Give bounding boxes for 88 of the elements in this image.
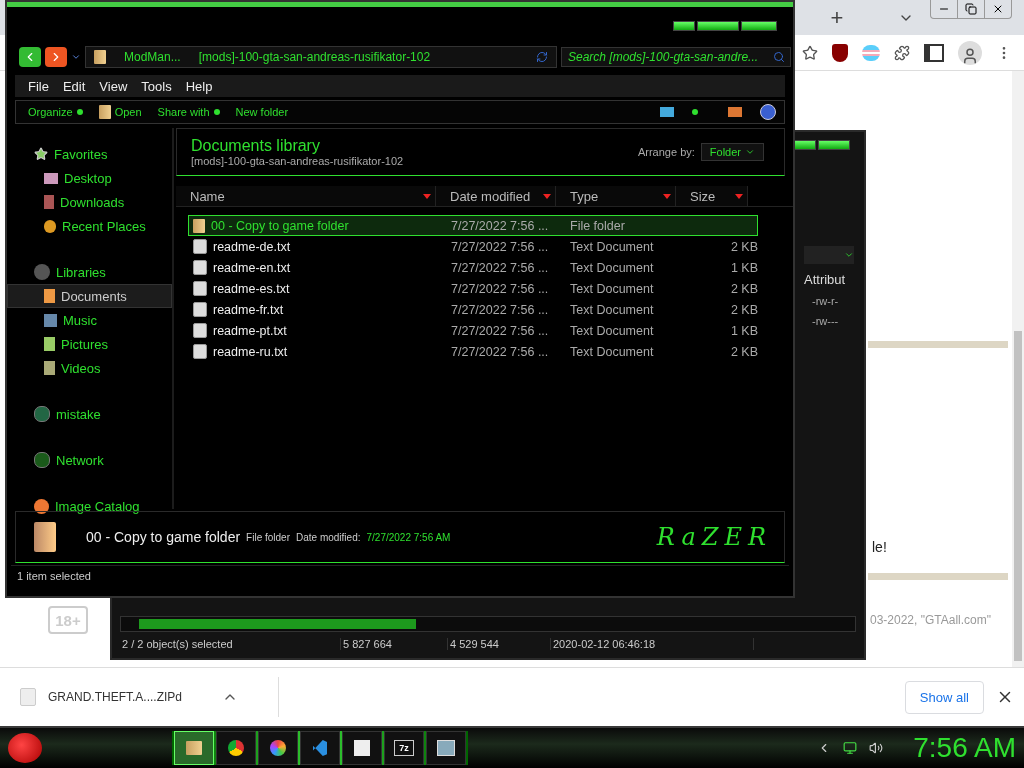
file-name: readme-es.txt: [213, 281, 290, 296]
file-date: 7/27/2022 7:56 ...: [451, 260, 550, 275]
menu-item[interactable]: View: [92, 78, 135, 94]
file-name: readme-pt.txt: [213, 323, 287, 338]
column-header[interactable]: Attribut: [804, 272, 846, 287]
file-name: readme-de.txt: [213, 239, 291, 254]
file-type: Text Document: [570, 302, 655, 317]
column-header[interactable]: Name: [176, 186, 436, 206]
show-all-button[interactable]: Show all: [904, 680, 984, 714]
sidebar-item[interactable]: Documents: [7, 284, 172, 308]
status-text: 2020-02-12 06:46:18: [551, 638, 754, 650]
file-date: 7/27/2022 7:56 ...: [451, 323, 550, 338]
details-name: 00 - Copy to game folder: [86, 529, 241, 545]
status-text: 2 / 2 object(s) selected: [120, 638, 341, 650]
menu-item[interactable]: Edit: [55, 78, 93, 94]
file-size: 2 KB: [729, 344, 758, 359]
file-type: Text Document: [570, 281, 655, 296]
file-date: 7/27/2022 7:56 ...: [451, 239, 550, 254]
file-row[interactable]: readme-fr.txt 7/27/2022 7:56 ... Text Document 2 KB: [188, 299, 758, 320]
file-row[interactable]: readme-de.txt 7/27/2022 7:56 ... Text Document 2 KB: [188, 236, 758, 257]
file-size: 1 KB: [729, 323, 758, 338]
breadcrumb[interactable]: [mods]-100-gta-san-andreas-rusifikator-102: [198, 50, 431, 64]
sidebar-item[interactable]: Music: [7, 308, 172, 332]
sidebar-item[interactable]: Libraries: [7, 260, 172, 284]
file-type: File folder: [570, 218, 626, 233]
file-name: readme-fr.txt: [213, 302, 284, 317]
details-label: Date modified:: [296, 531, 361, 543]
file-row[interactable]: readme-pt.txt 7/27/2022 7:56 ... Text Document 1 KB: [188, 320, 758, 341]
sidebar-item[interactable]: mistake: [7, 402, 172, 426]
library-title: Documents library: [191, 137, 321, 155]
address-bar[interactable]: ModMan... [mods]-100-gta-san-andreas-rusifikator-102: [85, 46, 557, 68]
details-type: File folder: [246, 531, 290, 543]
table-cell-text: -rw---: [811, 315, 839, 327]
arrange-label: Arrange by:: [637, 146, 695, 158]
table-cell-text: -rw-r-: [811, 295, 839, 307]
copyright-text: 03-2022, "GTAall.com": [870, 613, 991, 627]
arrange-dropdown[interactable]: Folder: [700, 143, 764, 161]
file-row[interactable]: readme-ru.txt 7/27/2022 7:56 ... Text Document 2 KB: [188, 341, 758, 362]
file-date: 7/27/2022 7:56 ...: [451, 302, 550, 317]
archive-icon: 7z: [394, 740, 414, 757]
sidebar-item[interactable]: Favorites: [7, 142, 172, 166]
menu-item[interactable]: Help: [178, 78, 220, 94]
file-size: 2 KB: [729, 281, 758, 296]
column-header[interactable]: Date modified: [436, 186, 556, 206]
sidebar-item[interactable]: Network: [7, 448, 172, 472]
file-size: 2 KB: [729, 239, 758, 254]
file-date: 7/27/2022 7:56 ...: [451, 218, 550, 233]
download-item[interactable]: GRAND.THEFT.A....ZIPd: [48, 690, 182, 705]
sidebar-item[interactable]: Pictures: [7, 332, 172, 356]
sidebar-item[interactable]: Downloads: [7, 190, 172, 214]
file-date: 7/27/2022 7:56 ...: [451, 344, 550, 359]
column-header[interactable]: Type: [556, 186, 676, 206]
toolbar-button[interactable]: Open: [94, 105, 154, 119]
taskbar-button[interactable]: 7z: [384, 731, 424, 766]
file-row[interactable]: readme-es.txt 7/27/2022 7:56 ... Text Document 2 KB: [188, 278, 758, 299]
library-path: [mods]-100-gta-san-andreas-rusifikator-102: [191, 155, 404, 167]
toolbar-button[interactable]: Share with: [153, 106, 232, 118]
status-text: 4 529 544: [448, 638, 551, 650]
new-tab-button[interactable]: +: [822, 4, 852, 31]
file-row[interactable]: readme-en.txt 7/27/2022 7:56 ... Text Document 1 KB: [188, 257, 758, 278]
file-name: readme-ru.txt: [213, 344, 288, 359]
file-name: 00 - Copy to game folder: [211, 218, 349, 233]
toolbar-button[interactable]: Organize: [24, 106, 95, 118]
page-text: le!: [872, 539, 888, 555]
file-type: Text Document: [570, 344, 655, 359]
file-date: 7/27/2022 7:56 ...: [451, 281, 550, 296]
file-name: readme-en.txt: [213, 260, 291, 275]
status-text: 5 827 664: [341, 638, 448, 650]
file-type: Text Document: [570, 323, 655, 338]
file-row[interactable]: 00 - Copy to game folder 7/27/2022 7:56 ... File folder: [188, 215, 758, 236]
file-size: 1 KB: [729, 260, 758, 275]
file-type: Text Document: [570, 239, 655, 254]
sidebar-item[interactable]: Recent Places: [7, 214, 172, 238]
clock[interactable]: 7:56 AM: [913, 732, 1016, 765]
menu-item[interactable]: Tools: [134, 78, 179, 94]
search-field[interactable]: Search [mods]-100-gta-san-andre...: [561, 47, 791, 67]
logo: RaZER: [656, 523, 772, 551]
file-size: 2 KB: [729, 302, 758, 317]
menu-item[interactable]: File: [21, 78, 56, 94]
toolbar-button[interactable]: New folder: [231, 106, 301, 118]
status-text: 1 item selected: [11, 565, 789, 586]
sidebar-item[interactable]: Desktop: [7, 166, 172, 190]
column-header[interactable]: Size: [676, 186, 748, 206]
sidebar-item[interactable]: Videos: [7, 356, 172, 380]
breadcrumb[interactable]: ModMan...: [124, 50, 181, 64]
details-date: 7/27/2022 7:56 AM: [366, 531, 451, 543]
sidebar-item[interactable]: Image Catalog: [7, 494, 172, 518]
file-type: Text Document: [570, 260, 655, 275]
